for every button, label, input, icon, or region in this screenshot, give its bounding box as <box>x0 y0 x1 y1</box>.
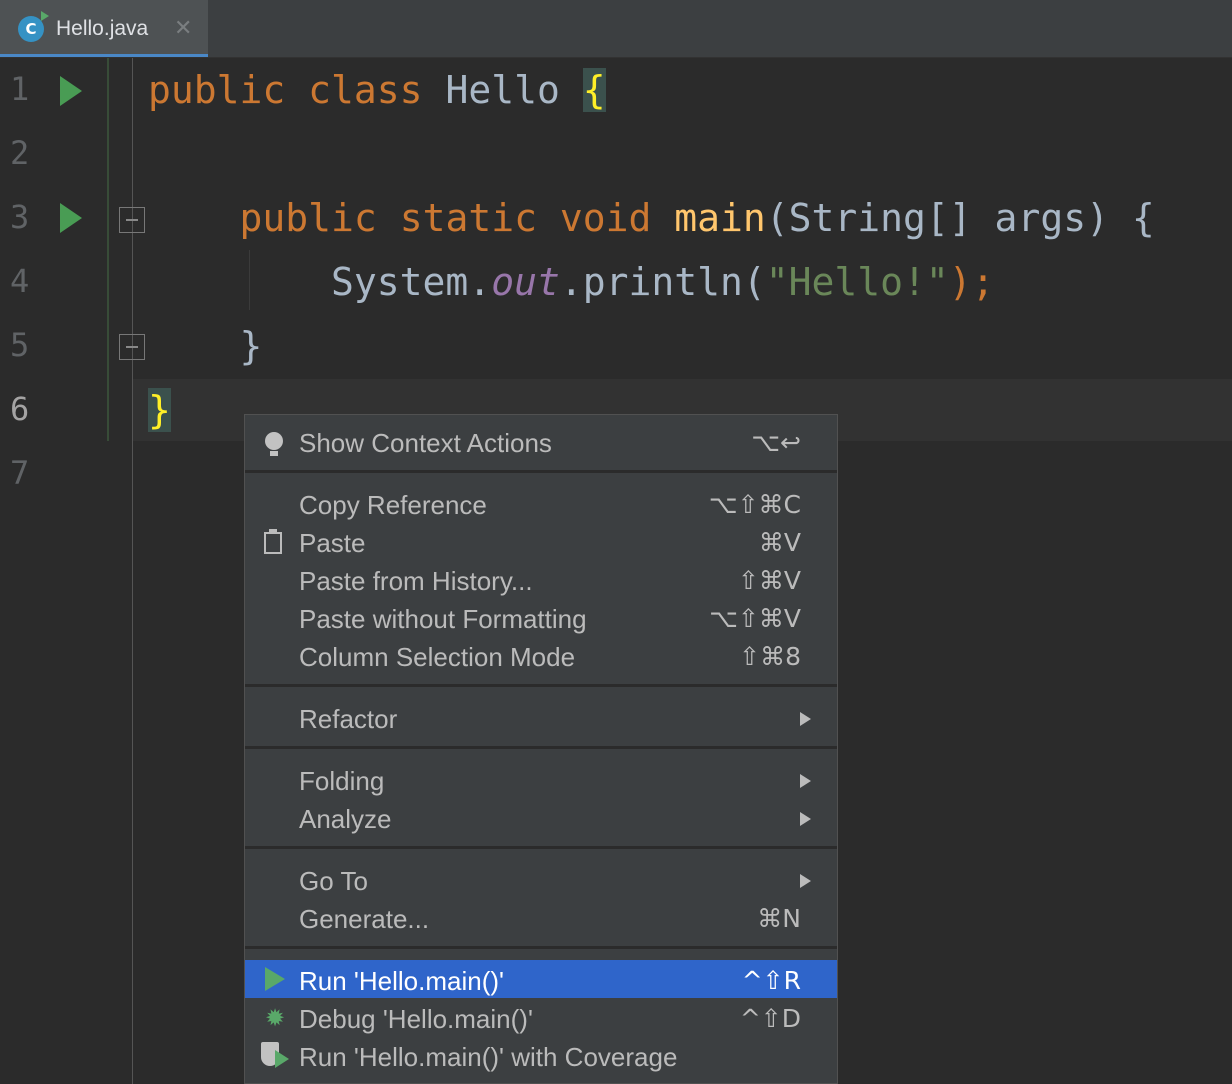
menu-item-label: Paste from History... <box>299 566 533 596</box>
menu-item-run-with-coverage[interactable]: Run 'Hello.main()' with Coverage <box>245 1036 837 1074</box>
menu-item-paste-without-formatting[interactable]: Paste without Formatting ⌥⇧⌘V <box>245 598 837 636</box>
tab-label: Hello.java <box>56 17 149 40</box>
menu-item-folding[interactable]: Folding <box>245 760 837 798</box>
keyword: class <box>308 68 423 112</box>
menu-item-label: Folding <box>299 766 385 796</box>
menu-item-shortcut: ^⇧R <box>741 966 801 995</box>
line-number: 5 <box>10 326 30 364</box>
editor-context-menu: Show Context Actions ⌥↩ Copy Reference ⌥… <box>244 414 838 1084</box>
line-number: 6 <box>10 390 30 428</box>
class-name: Hello <box>445 68 560 112</box>
clipboard-icon <box>264 529 282 554</box>
submenu-arrow-icon <box>800 812 811 826</box>
menu-item-label: Show Context Actions <box>299 428 552 458</box>
menu-item-shortcut: ⌘V <box>758 528 801 557</box>
matched-brace: } <box>148 388 171 432</box>
fold-icon[interactable] <box>119 334 145 360</box>
menu-item-shortcut: ⌥⇧⌘V <box>709 604 801 633</box>
run-gutter-icon[interactable] <box>60 203 82 233</box>
matched-brace: { <box>582 68 606 112</box>
menu-item-refactor[interactable]: Refactor <box>245 698 837 736</box>
menu-separator <box>245 684 837 687</box>
class-icon-letter: C <box>25 20 37 38</box>
menu-item-label: Go To <box>299 866 368 896</box>
menu-item-label: Paste without Formatting <box>299 604 587 634</box>
string-literal: "Hello!" <box>765 260 949 304</box>
menu-item-debug[interactable]: ✹ Debug 'Hello.main()' ^⇧D <box>245 998 837 1036</box>
fold-icon[interactable] <box>119 207 145 233</box>
line-number: 1 <box>10 70 30 108</box>
menu-item-copy-reference[interactable]: Copy Reference ⌥⇧⌘C <box>245 484 837 522</box>
menu-item-label: Refactor <box>299 704 398 734</box>
menu-item-analyze[interactable]: Analyze <box>245 798 837 836</box>
vcs-change-bar <box>107 58 109 441</box>
code-line-4: System.out.println("Hello!"); <box>148 250 995 314</box>
submenu-arrow-icon <box>800 712 811 726</box>
line-number: 7 <box>10 454 30 492</box>
statement-end: ); <box>948 260 995 304</box>
menu-item-shortcut: ⇧⌘8 <box>739 642 801 671</box>
line-number: 4 <box>10 262 30 300</box>
menu-item-run[interactable]: Run 'Hello.main()' ^⇧R <box>245 960 837 998</box>
close-icon[interactable]: ✕ <box>174 15 192 41</box>
method-call: .println( <box>559 260 766 304</box>
line-number: 3 <box>10 198 30 236</box>
menu-item-shortcut: ^⇧D <box>739 1004 801 1033</box>
class-icon: C <box>18 11 49 42</box>
static-field: out <box>491 260 560 304</box>
method-name: main <box>674 196 766 240</box>
run-icon <box>265 967 285 991</box>
menu-separator <box>245 746 837 749</box>
menu-separator <box>245 946 837 949</box>
submenu-arrow-icon <box>800 874 811 888</box>
code-line-1: public class Hello { <box>148 58 606 122</box>
menu-item-shortcut: ⇧⌘V <box>737 566 801 595</box>
keyword: static <box>399 196 537 240</box>
menu-item-label: Copy Reference <box>299 490 487 520</box>
editor-tab-bar: C Hello.java ✕ <box>0 0 1232 58</box>
keyword: void <box>559 196 652 240</box>
menu-item-show-context-actions[interactable]: Show Context Actions ⌥↩ <box>245 422 837 460</box>
code-line-6: } <box>148 378 171 442</box>
closing-brace: } <box>239 324 263 368</box>
menu-item-shortcut: ⌥↩ <box>751 428 801 457</box>
tab-hello-java[interactable]: C Hello.java ✕ <box>0 0 208 57</box>
menu-item-paste[interactable]: Paste ⌘V <box>245 522 837 560</box>
menu-item-label: Run 'Hello.main()' <box>299 966 504 996</box>
menu-separator <box>245 470 837 473</box>
menu-item-paste-from-history[interactable]: Paste from History... ⇧⌘V <box>245 560 837 598</box>
code-object: System. <box>331 260 492 304</box>
menu-item-generate[interactable]: Generate... ⌘N <box>245 898 837 936</box>
coverage-icon <box>261 1042 289 1068</box>
menu-item-label: Debug 'Hello.main()' <box>299 1004 533 1034</box>
menu-item-label: Run 'Hello.main()' with Coverage <box>299 1042 678 1072</box>
keyword: public <box>148 68 286 112</box>
run-gutter-icon[interactable] <box>60 76 82 106</box>
menu-item-shortcut: ⌥⇧⌘C <box>708 490 801 519</box>
menu-item-label: Column Selection Mode <box>299 642 576 672</box>
menu-item-label: Generate... <box>299 904 430 934</box>
code-line-3: public static void main(String[] args) { <box>148 186 1155 250</box>
menu-item-shortcut: ⌘N <box>757 904 801 933</box>
menu-separator <box>245 846 837 849</box>
debug-bug-icon: ✹ <box>264 1004 286 1032</box>
menu-item-label: Paste <box>299 528 366 558</box>
menu-item-label: Analyze <box>299 804 392 834</box>
menu-item-column-selection-mode[interactable]: Column Selection Mode ⇧⌘8 <box>245 636 837 674</box>
code-line-5: } <box>148 314 263 378</box>
line-number: 2 <box>10 134 30 172</box>
menu-item-go-to[interactable]: Go To <box>245 860 837 898</box>
method-params: (String[] args) { <box>765 196 1155 240</box>
lightbulb-icon <box>265 432 283 456</box>
keyword: public <box>239 196 377 240</box>
submenu-arrow-icon <box>800 774 811 788</box>
